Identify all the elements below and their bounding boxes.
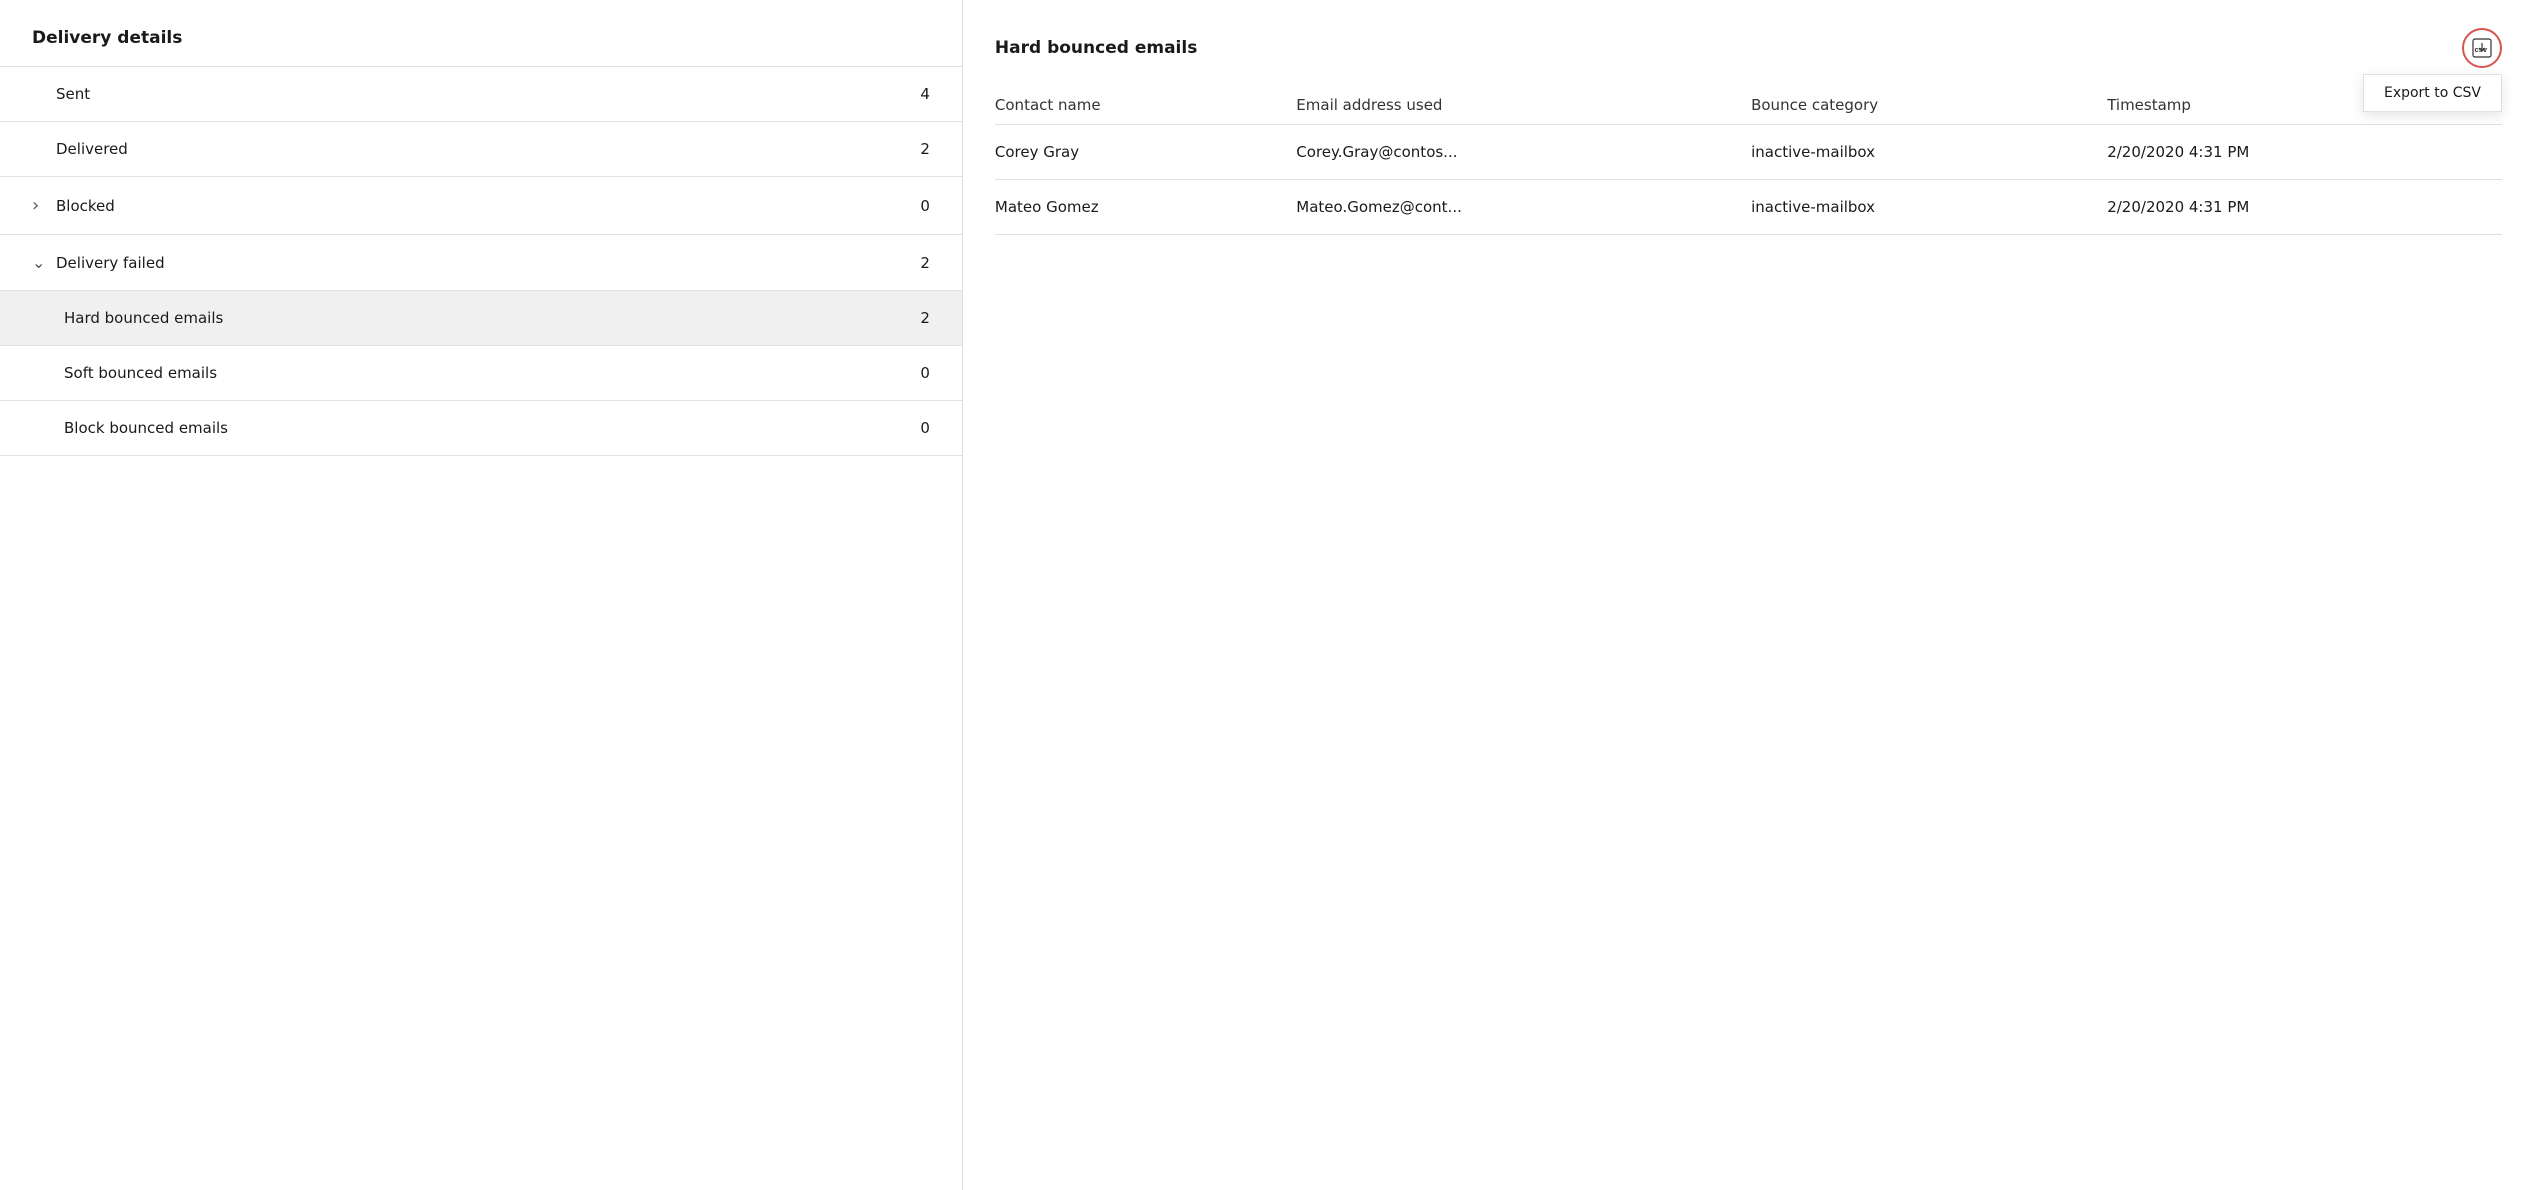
left-panel: Delivery details Sent4Delivered2›Blocked… [0,0,963,1190]
row-label-sent: Sent [56,85,920,103]
table-header-row: Contact name Email address used Bounce c… [995,86,2502,125]
row-label-soft-bounced: Soft bounced emails [64,364,920,382]
col-bounce-category: Bounce category [1751,86,2107,125]
delivery-rows-container: Sent4Delivered2›Blocked0⌄Delivery failed… [0,67,962,456]
row-count-soft-bounced: 0 [920,364,930,382]
row-label-blocked: Blocked [56,197,920,215]
delivery-row-delivered[interactable]: Delivered2 [0,122,962,177]
delivery-details-title: Delivery details [0,28,962,67]
row-label-delivery-failed: Delivery failed [56,254,920,272]
row-count-delivered: 2 [920,140,930,158]
right-panel: Hard bounced emails csv Export to CSV [963,0,2534,1190]
export-dropdown-label[interactable]: Export to CSV [2384,85,2481,101]
row-count-blocked: 0 [920,197,930,215]
delivery-row-sent[interactable]: Sent4 [0,67,962,122]
table-body: Corey GrayCorey.Gray@contos...inactive-m… [995,125,2502,235]
delivery-row-hard-bounced[interactable]: Hard bounced emails2 [0,291,962,346]
table-cell-1-2: inactive-mailbox [1751,180,2107,235]
table-cell-1-1: Mateo.Gomez@cont... [1296,180,1751,235]
chevron-blocked: › [32,195,56,216]
table-row-1[interactable]: Mateo GomezMateo.Gomez@cont...inactive-m… [995,180,2502,235]
main-container: Delivery details Sent4Delivered2›Blocked… [0,0,2534,1190]
export-csv-button[interactable]: csv Export to CSV [2462,28,2502,68]
table-cell-0-1: Corey.Gray@contos... [1296,125,1751,180]
delivery-row-soft-bounced[interactable]: Soft bounced emails0 [0,346,962,401]
delivery-row-block-bounced[interactable]: Block bounced emails0 [0,401,962,456]
chevron-delivery-failed: ⌄ [32,253,56,272]
row-label-hard-bounced: Hard bounced emails [64,309,920,327]
delivery-row-blocked[interactable]: ›Blocked0 [0,177,962,235]
col-contact-name: Contact name [995,86,1296,125]
delivery-row-delivery-failed[interactable]: ⌄Delivery failed2 [0,235,962,291]
table-cell-0-3: 2/20/2020 4:31 PM [2107,125,2502,180]
row-label-block-bounced: Block bounced emails [64,419,920,437]
row-label-delivered: Delivered [56,140,920,158]
col-email: Email address used [1296,86,1751,125]
table-cell-0-0: Corey Gray [995,125,1296,180]
right-panel-title: Hard bounced emails [995,38,1197,58]
table-cell-1-0: Mateo Gomez [995,180,1296,235]
row-count-delivery-failed: 2 [920,254,930,272]
table-cell-1-3: 2/20/2020 4:31 PM [2107,180,2502,235]
row-count-sent: 4 [920,85,930,103]
table-cell-0-2: inactive-mailbox [1751,125,2107,180]
row-count-block-bounced: 0 [920,419,930,437]
csv-icon: csv [2471,37,2493,59]
export-dropdown[interactable]: Export to CSV [2363,74,2502,112]
export-csv-icon[interactable]: csv [2462,28,2502,68]
hard-bounced-table: Contact name Email address used Bounce c… [995,86,2502,235]
right-panel-header: Hard bounced emails csv Export to CSV [995,28,2502,68]
row-count-hard-bounced: 2 [920,309,930,327]
table-row-0[interactable]: Corey GrayCorey.Gray@contos...inactive-m… [995,125,2502,180]
